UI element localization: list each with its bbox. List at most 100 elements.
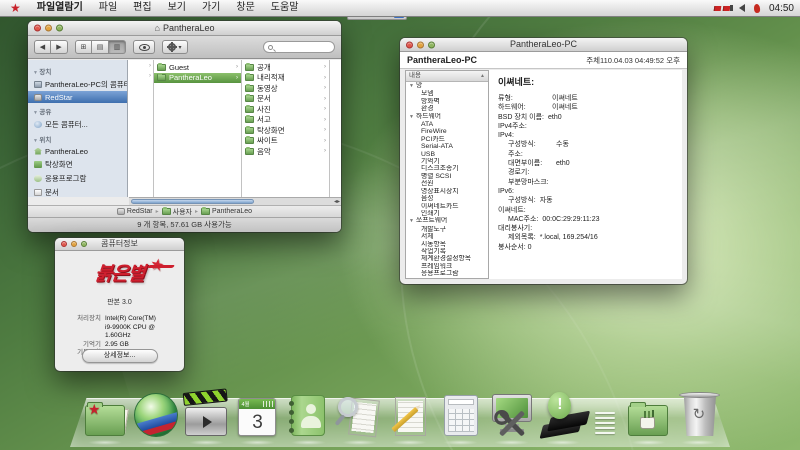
column-item[interactable]: 내리적재›	[242, 73, 329, 84]
column-item[interactable]: 싸이트›	[242, 136, 329, 147]
finder-titlebar[interactable]: ⌂PantheraLeo	[28, 21, 341, 36]
list-view-button[interactable]: ▤	[92, 40, 109, 54]
search-field[interactable]	[263, 41, 335, 53]
column-item[interactable]: 탁상화면›	[242, 125, 329, 136]
system-tools-dock-icon[interactable]	[489, 392, 535, 438]
problem-reporter-dock-icon[interactable]: !	[539, 392, 585, 438]
disclosure-triangle-icon[interactable]: ▼	[409, 83, 414, 89]
close-button[interactable]	[61, 241, 67, 247]
search-input[interactable]	[276, 44, 330, 51]
tree-row[interactable]: ▼망	[406, 82, 488, 90]
tree-row[interactable]: ▼병렬 SCSI	[406, 173, 488, 180]
tree-row[interactable]: ▼쏘프트웨어	[406, 217, 488, 225]
back-button[interactable]: ◀	[34, 40, 51, 54]
calendar-dock-icon[interactable]: 4월 3	[234, 392, 280, 438]
zoom-button[interactable]	[81, 241, 87, 247]
minimize-button[interactable]	[45, 25, 52, 32]
tree-row[interactable]: ▼전원	[406, 180, 488, 187]
file-manager-dock-icon[interactable]: ★	[82, 392, 128, 438]
sidebar-item[interactable]: RedStar	[28, 91, 127, 103]
video-player-dock-icon[interactable]	[184, 392, 230, 438]
scrollbar-thumb[interactable]	[131, 199, 254, 204]
menu-item[interactable]: 창문	[228, 0, 262, 16]
column-item[interactable]: 공개›	[242, 62, 329, 73]
menu-item[interactable]: 도움말	[263, 0, 307, 16]
tree-row[interactable]: ▼음성	[406, 195, 488, 202]
sidebar-item[interactable]: 공유	[28, 103, 127, 117]
menu-item[interactable]: 파일	[91, 0, 125, 16]
more-info-button[interactable]: 상세정보...	[82, 349, 158, 363]
tree-row[interactable]: ▼USB	[406, 151, 488, 158]
column-view-button[interactable]: ▥	[109, 40, 126, 54]
tree-row[interactable]: ▼환경	[406, 105, 488, 112]
minimize-button[interactable]	[417, 41, 424, 48]
column-item[interactable]: 서고›	[242, 115, 329, 126]
path-item-users[interactable]: 사용자	[162, 207, 192, 217]
sidebar-item[interactable]: 문서	[28, 185, 127, 197]
column-item[interactable]: 문서›	[242, 94, 329, 105]
sidebar-item[interactable]: PantheraLeo-PC의 콤퓨터	[28, 77, 127, 91]
tree-row[interactable]: ▼방화벽	[406, 98, 488, 105]
tree-row[interactable]: ▼모뎀	[406, 90, 488, 97]
address-book-dock-icon[interactable]	[285, 392, 331, 438]
sidebar-item[interactable]: PantheraLeo	[28, 145, 127, 157]
sidebar-item[interactable]: 장치	[28, 63, 127, 77]
tree-row[interactable]: ▼시동항목	[406, 241, 488, 248]
column-item[interactable]: 사진›	[242, 104, 329, 115]
tree-row[interactable]: ▼디스크조종기	[406, 165, 488, 172]
volume-tray-icon[interactable]	[739, 4, 745, 12]
web-browser-dock-icon[interactable]	[133, 392, 179, 438]
tree-row[interactable]: ▼인쇄기	[406, 210, 488, 217]
tree-row[interactable]: ▼PCI카드	[406, 136, 488, 143]
calculator-dock-icon[interactable]	[438, 392, 484, 438]
disclosure-triangle-icon[interactable]: ▼	[409, 218, 414, 224]
preview-dock-icon[interactable]	[336, 392, 382, 438]
flags-tray-icon[interactable]	[714, 6, 730, 11]
sidebar-item[interactable]: 위치	[28, 131, 127, 145]
menu-item[interactable]: 가기	[194, 0, 228, 16]
path-item-disk[interactable]: RedStar	[117, 208, 153, 215]
minimize-button[interactable]	[71, 241, 77, 247]
about-titlebar[interactable]: 콤퓨터정보	[55, 238, 184, 251]
torch-tray-icon[interactable]	[754, 3, 761, 13]
tree-row[interactable]: ▼ATA	[406, 121, 488, 128]
horizontal-scrollbar[interactable]: ◂▸	[129, 197, 341, 205]
sidebar-item[interactable]: 응용프로그람	[28, 171, 127, 185]
column-item[interactable]: Guest›	[154, 62, 241, 73]
tree-row[interactable]: ▼체계환경설정항목	[406, 255, 488, 262]
zoom-button[interactable]	[428, 41, 435, 48]
zoom-button[interactable]	[56, 25, 63, 32]
close-button[interactable]	[406, 41, 413, 48]
menu-item[interactable]: 보기	[160, 0, 194, 16]
tree-row[interactable]: ▼하드웨어	[406, 113, 488, 121]
utilities-folder-dock-icon[interactable]	[625, 392, 671, 438]
close-button[interactable]	[34, 25, 41, 32]
tree-row[interactable]: ▼작업기록	[406, 248, 488, 255]
tree-row[interactable]: ▼FireWire	[406, 128, 488, 135]
tree-row[interactable]: ▼영상표시장치	[406, 188, 488, 195]
forward-button[interactable]: ▶	[51, 40, 68, 54]
column-item[interactable]: 동영상›	[242, 83, 329, 94]
red-star-menu-icon[interactable]: ★	[10, 0, 21, 16]
icon-view-button[interactable]: ⊞	[75, 40, 92, 54]
menu-item[interactable]: 파일열람기	[29, 0, 91, 16]
disclosure-triangle-icon[interactable]: ▼	[409, 114, 414, 120]
sidebar-item[interactable]: 모든 콤퓨터...	[28, 117, 127, 131]
tree-row[interactable]: ▼응용프로그람	[406, 270, 488, 277]
tree-row[interactable]: ▼기억기	[406, 158, 488, 165]
tree-row[interactable]: ▼이쎠네트카드	[406, 203, 488, 210]
tree-row[interactable]: ▼프레임워크	[406, 263, 488, 270]
tree-row[interactable]: ▼개발도구	[406, 226, 488, 233]
tree-header[interactable]: 내용▲	[406, 71, 488, 82]
tree-row[interactable]: ▼서체	[406, 233, 488, 240]
tree-row[interactable]: ▼Serial-ATA	[406, 143, 488, 150]
quicklook-button[interactable]	[133, 40, 155, 54]
menu-clock[interactable]: 04:50	[769, 3, 794, 14]
sysinfo-titlebar[interactable]: PantheraLeo-PC	[400, 38, 687, 52]
trash-dock-icon[interactable]: ↻	[676, 392, 722, 438]
action-button[interactable]: ▾	[162, 40, 188, 54]
path-item-home[interactable]: PantheraLeo	[201, 208, 252, 215]
text-editor-dock-icon[interactable]	[387, 392, 433, 438]
column-item[interactable]: PantheraLeo›	[154, 73, 241, 84]
sidebar-item[interactable]: 탁상화면	[28, 157, 127, 171]
